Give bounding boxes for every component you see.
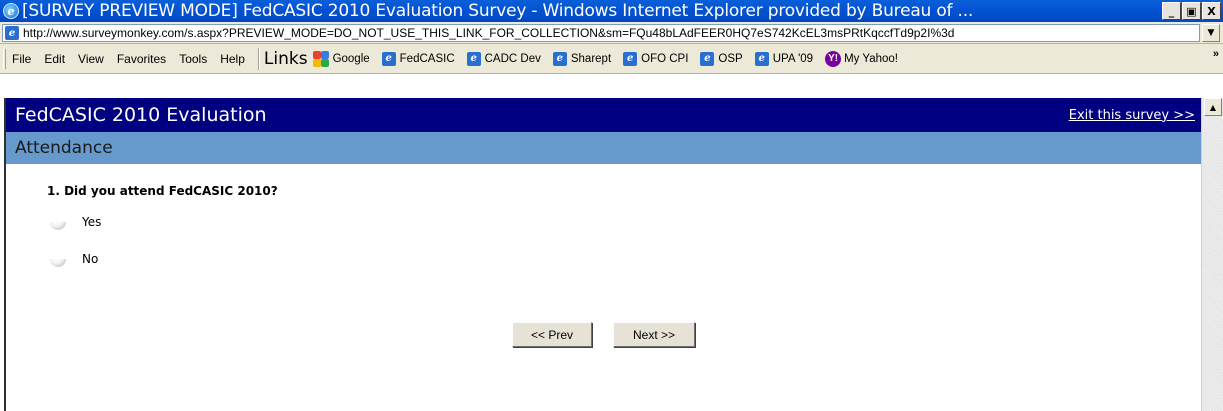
prev-button[interactable]: << Prev [512,322,592,347]
link-sharept[interactable]: e Sharept [552,51,612,66]
link-fedcasic[interactable]: e FedCASIC [381,51,455,66]
menu-help[interactable]: Help [220,52,245,66]
radio-button[interactable] [48,214,68,230]
next-button[interactable]: Next >> [613,322,695,347]
menu-file[interactable]: File [12,52,31,66]
link-google[interactable]: Google [312,50,370,68]
survey-title: FedCASIC 2010 Evaluation [15,104,267,126]
menu-view[interactable]: View [78,52,104,66]
link-label: Sharept [570,52,612,65]
yahoo-icon: Y! [825,50,842,67]
link-osp[interactable]: e OSP [700,51,743,66]
section-title: Attendance [15,138,113,158]
link-label: FedCASIC [399,52,455,65]
window-titlebar: e [SURVEY PREVIEW MODE] FedCASIC 2010 Ev… [0,0,1223,22]
ie-page-icon: e [754,51,769,66]
menu-favorites[interactable]: Favorites [117,52,166,66]
ie-page-icon: e [466,51,481,66]
ie-page-icon: e [552,51,567,66]
link-label: OSP [718,52,743,65]
internet-explorer-icon[interactable]: e [3,3,19,19]
url-input[interactable]: e http://www.surveymonkey.com/s.aspx?PRE… [2,24,1200,42]
maximize-button[interactable]: ▣ [1182,2,1201,20]
link-upa-09[interactable]: e UPA '09 [754,51,814,66]
link-label: My Yahoo! [844,52,898,65]
url-text: http://www.surveymonkey.com/s.aspx?PREVI… [23,26,955,40]
section-bar: Attendance [6,132,1201,164]
ie-page-icon: e [623,51,638,66]
link-label: UPA '09 [772,52,814,65]
link-ofo-cpi[interactable]: e OFO CPI [623,51,689,66]
link-my-yahoo[interactable]: Y! My Yahoo! [825,50,898,67]
option-yes[interactable]: Yes [48,214,101,230]
ie-page-icon: e [700,51,715,66]
ie-page-icon: e [381,51,396,66]
option-label: No [82,252,99,266]
option-label: Yes [82,215,102,229]
close-button[interactable]: X [1202,2,1221,20]
toolbar-separator [257,47,260,70]
exit-survey-link[interactable]: Exit this survey >> [1069,108,1195,123]
vertical-scrollbar[interactable]: ▲ [1201,98,1223,411]
link-label: Google [332,52,370,65]
link-label: OFO CPI [641,52,689,65]
radio-button[interactable] [48,251,68,267]
menu-tools[interactable]: Tools [179,52,207,66]
option-no[interactable]: No [48,251,98,267]
links-label[interactable]: Links [264,49,308,69]
window-title: [SURVEY PREVIEW MODE] FedCASIC 2010 Eval… [22,1,974,21]
window-controls: _ ▣ X [1162,2,1221,20]
page-icon: e [5,26,19,40]
address-bar: e http://www.surveymonkey.com/s.aspx?PRE… [0,22,1223,44]
menu-bar: File Edit View Favorites Tools Help Link… [0,44,1223,74]
toolbar-grip[interactable] [3,48,6,69]
more-links-icon[interactable]: » [1213,48,1219,60]
chevron-down-icon[interactable]: ▼ [1202,24,1220,42]
question-text: 1. Did you attend FedCASIC 2010? [47,184,278,198]
google-icon [312,50,330,68]
scroll-up-icon[interactable]: ▲ [1204,98,1222,116]
survey-header: FedCASIC 2010 Evaluation Exit this surve… [6,98,1201,132]
minimize-button[interactable]: _ [1162,2,1181,20]
link-label: CADC Dev [484,52,541,65]
link-cadc-dev[interactable]: e CADC Dev [466,51,541,66]
menu-edit[interactable]: Edit [44,52,65,66]
